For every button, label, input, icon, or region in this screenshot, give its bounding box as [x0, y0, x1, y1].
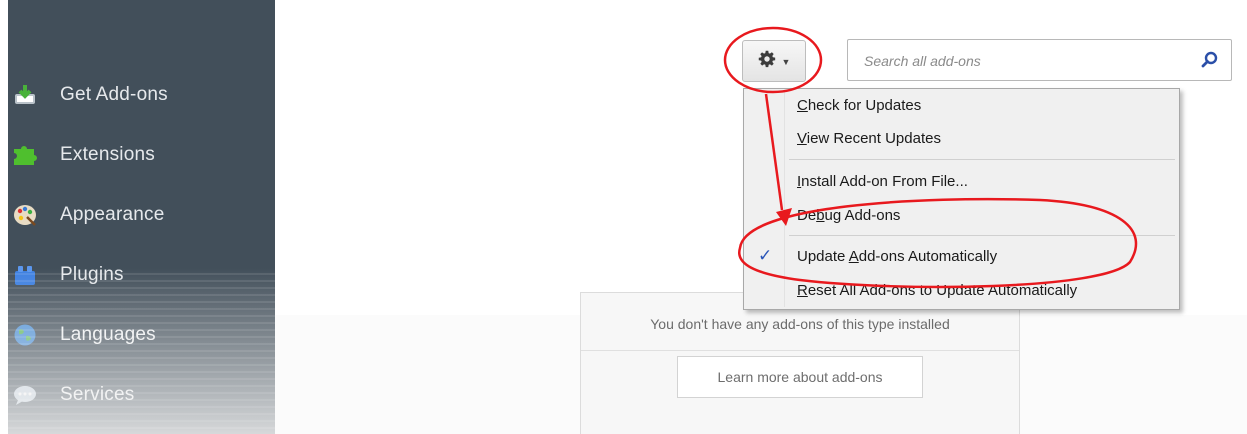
menu-item-label: View Recent Updates — [797, 129, 941, 147]
sidebar-item-get-addons[interactable]: Get Add-ons — [8, 75, 275, 115]
tools-dropdown-menu: Check for Updates View Recent Updates In… — [743, 88, 1180, 310]
sidebar-item-label: Appearance — [60, 204, 165, 225]
search-icon[interactable] — [1201, 51, 1219, 74]
sidebar-item-languages[interactable]: Languages — [8, 315, 275, 355]
menu-item-label: Debug Add-ons — [797, 206, 901, 224]
lego-brick-icon — [12, 262, 38, 288]
menu-item-view-recent-updates[interactable]: View Recent Updates — [744, 124, 1179, 152]
menu-item-label: Reset All Add-ons to Update Automaticall… — [797, 281, 1078, 299]
palette-icon — [12, 202, 38, 228]
menu-item-update-automatically[interactable]: ✓ Update Add-ons Automatically — [744, 242, 1179, 270]
category-sidebar: Get Add-ons Extensions Appearance Plugin… — [8, 0, 275, 434]
addon-search-box — [847, 39, 1232, 82]
sidebar-item-label: Languages — [60, 324, 156, 345]
menu-item-reset-all-to-auto[interactable]: Reset All Add-ons to Update Automaticall… — [744, 276, 1179, 304]
get-addons-icon — [12, 82, 38, 108]
menu-item-debug-addons[interactable]: Debug Add-ons — [744, 201, 1179, 229]
chevron-down-icon: ▼ — [781, 57, 791, 67]
empty-list-message: You don't have any add-ons of this type … — [650, 316, 950, 332]
sidebar-item-plugins[interactable]: Plugins — [8, 255, 275, 295]
menu-item-label: Install Add-on From File... — [797, 172, 968, 190]
gear-icon — [758, 50, 776, 73]
sidebar-item-label: Plugins — [60, 264, 124, 285]
sidebar-item-services[interactable]: Services — [8, 375, 275, 415]
sidebar-item-extensions[interactable]: Extensions — [8, 135, 275, 175]
search-input[interactable] — [848, 40, 1196, 82]
menu-item-install-from-file[interactable]: Install Add-on From File... — [744, 167, 1179, 195]
empty-list-notice: You don't have any add-ons of this type … — [580, 292, 1020, 434]
menu-separator — [789, 159, 1175, 160]
puzzle-piece-icon — [12, 142, 38, 168]
notice-divider — [581, 350, 1019, 351]
chat-cloud-icon — [12, 382, 38, 408]
menu-item-check-for-updates[interactable]: Check for Updates — [744, 91, 1179, 119]
sidebar-item-label: Get Add-ons — [60, 84, 168, 105]
globe-icon — [12, 322, 38, 348]
checkmark-icon: ✓ — [758, 246, 773, 265]
sidebar-item-appearance[interactable]: Appearance — [8, 195, 275, 235]
sidebar-item-label: Services — [60, 384, 135, 405]
tools-menu-button[interactable]: ▼ — [742, 40, 806, 82]
menu-separator — [789, 235, 1175, 236]
learn-more-button[interactable]: Learn more about add-ons — [677, 356, 923, 398]
sidebar-item-label: Extensions — [60, 144, 155, 165]
menu-item-label: Check for Updates — [797, 96, 922, 114]
menu-item-label: Update Add-ons Automatically — [797, 247, 998, 265]
